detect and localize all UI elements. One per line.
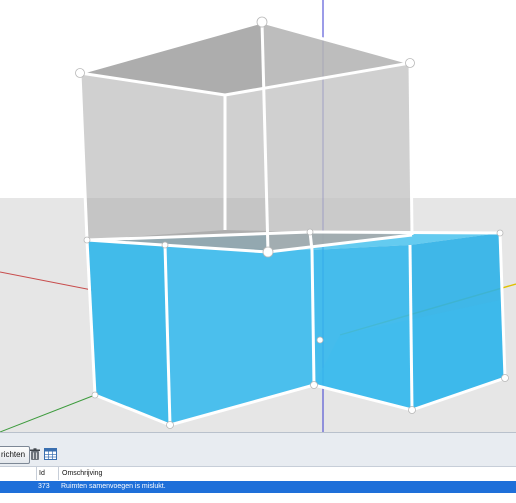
messages-toolbar: richten <box>0 444 516 464</box>
3d-scene[interactable] <box>0 0 516 432</box>
messages-button[interactable]: richten <box>0 446 31 464</box>
table-row[interactable]: 373 Ruimten samenvoegen is mislukt. <box>0 481 516 493</box>
cell-id: 373 <box>38 483 50 490</box>
messages-table: Id Omschrijving 373 Ruimten samenvoegen … <box>0 466 516 503</box>
trash-icon[interactable] <box>29 448 41 461</box>
cell-description: Ruimten samenvoegen is mislukt. <box>61 483 166 490</box>
messages-panel: richten Id Omschrijving 373 Ruimten same… <box>0 432 516 503</box>
3d-viewport[interactable] <box>0 0 516 432</box>
column-header-description[interactable]: Omschrijving <box>58 467 516 480</box>
table-icon[interactable] <box>44 448 57 460</box>
